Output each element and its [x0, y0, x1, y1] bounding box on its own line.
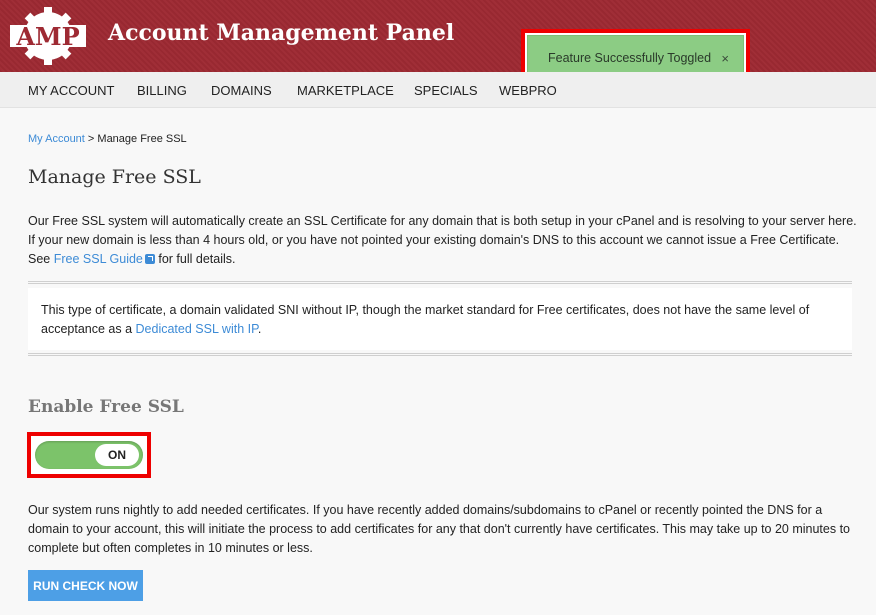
- run-check-now-button[interactable]: RUN CHECK NOW: [28, 570, 143, 601]
- main-nav: MY ACCOUNT BILLING DOMAINS MARKETPLACE S…: [0, 72, 876, 108]
- check-description: Our system runs nightly to add needed ce…: [28, 503, 851, 555]
- nav-item-my-account[interactable]: MY ACCOUNT: [28, 83, 114, 98]
- external-link-icon[interactable]: [144, 254, 155, 264]
- breadcrumb-separator: >: [84, 133, 98, 145]
- notice-paragraph: This type of certificate, a domain valid…: [41, 301, 841, 339]
- logo-text: AMP: [15, 22, 79, 51]
- page-title: Manage Free SSL: [28, 166, 201, 188]
- toast-message: Feature Successfully Toggled: [548, 51, 712, 65]
- nav-item-webpro[interactable]: WEBPRO: [499, 83, 557, 98]
- dedicated-ssl-link[interactable]: Dedicated SSL with IP: [136, 322, 258, 336]
- nav-item-billing[interactable]: BILLING: [137, 83, 187, 98]
- app-title: Account Management Panel: [108, 20, 455, 46]
- amp-gear-logo-icon[interactable]: AMP: [8, 6, 88, 66]
- toggle-knob[interactable]: ON: [95, 444, 139, 466]
- breadcrumb: My Account > Manage Free SSL: [28, 133, 187, 145]
- close-icon[interactable]: ×: [721, 51, 729, 66]
- main-content: My Account > Manage Free SSL Manage Free…: [0, 109, 876, 615]
- breadcrumb-my-account-link[interactable]: My Account: [28, 133, 85, 145]
- divider: [28, 281, 852, 284]
- intro-paragraph: Our Free SSL system will automatically c…: [28, 212, 858, 269]
- notice-text-end: .: [257, 322, 262, 336]
- certificate-notice: This type of certificate, a domain valid…: [28, 288, 852, 350]
- nav-item-marketplace[interactable]: MARKETPLACE: [297, 83, 394, 98]
- toggle-highlight: ON: [27, 432, 151, 478]
- nav-item-specials[interactable]: SPECIALS: [414, 83, 478, 98]
- divider: [28, 353, 852, 356]
- breadcrumb-current: Manage Free SSL: [97, 133, 187, 145]
- intro-text-end: for full details.: [154, 252, 236, 266]
- free-ssl-guide-link[interactable]: Free SSL Guide: [54, 252, 143, 266]
- nav-item-domains[interactable]: DOMAINS: [211, 83, 272, 98]
- free-ssl-toggle[interactable]: ON: [35, 441, 143, 469]
- enable-free-ssl-heading: Enable Free SSL: [28, 397, 184, 417]
